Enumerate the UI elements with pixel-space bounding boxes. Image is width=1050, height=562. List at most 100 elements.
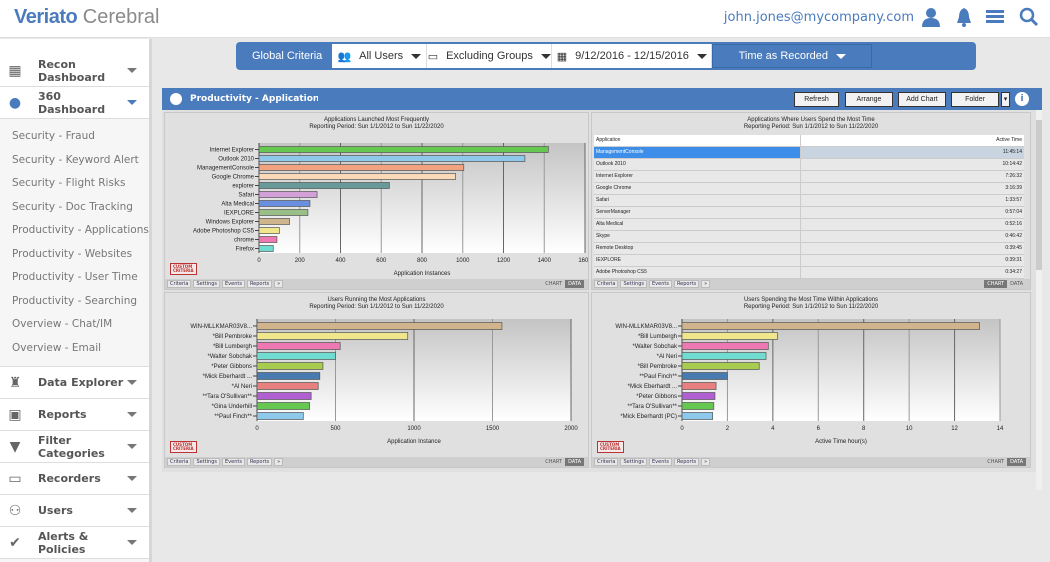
bar[interactable] [256, 412, 304, 420]
folder-dropdown-arrow[interactable]: ▾ [1001, 92, 1010, 107]
more-tabs[interactable]: » [701, 280, 711, 288]
bar[interactable] [258, 155, 526, 162]
bar[interactable] [256, 342, 341, 350]
sub-item[interactable]: Overview - Chat/IM [0, 313, 149, 337]
nav-users[interactable]: ⚇ Users [0, 495, 149, 527]
sub-item[interactable]: Overview - Email [0, 337, 149, 361]
settings-tab[interactable]: Settings [193, 458, 220, 466]
table-row[interactable]: Adobe Photoshop CS5 0:34:27 [594, 267, 1024, 279]
bar[interactable] [258, 146, 549, 153]
bar[interactable] [256, 372, 321, 380]
settings-tab[interactable]: Settings [620, 458, 647, 466]
sub-item[interactable]: Security - Keyword Alert [0, 149, 149, 173]
custom-criteria-badge[interactable]: CUSTOM CRITERIA [597, 441, 624, 453]
bar[interactable] [681, 412, 714, 420]
sub-item[interactable]: Security - Fraud [0, 125, 149, 149]
data-toggle[interactable]: DATA [565, 458, 584, 466]
user-email[interactable]: john.jones@mycompany.com [724, 10, 914, 25]
more-tabs[interactable]: » [274, 280, 284, 288]
nav-data-explorer[interactable]: ♜ Data Explorer [0, 367, 149, 399]
criteria-tab[interactable]: Criteria [594, 280, 619, 288]
sub-item[interactable]: Productivity - User Time [0, 266, 149, 290]
table-row[interactable]: Alta Medical 0:52:16 [594, 219, 1024, 231]
reports-tab[interactable]: Reports [673, 458, 700, 466]
users-dropdown[interactable]: 👥 All Users [332, 44, 428, 68]
bar[interactable] [258, 245, 274, 252]
add-chart-button[interactable]: Add Chart [898, 92, 946, 107]
groups-dropdown[interactable]: ▭ Excluding Groups [427, 44, 553, 68]
panel-scrollbar[interactable] [1036, 110, 1042, 490]
events-tab[interactable]: Events [649, 280, 672, 288]
criteria-tab[interactable]: Criteria [594, 458, 619, 466]
bar[interactable] [681, 352, 767, 360]
refresh-button[interactable]: Refresh [794, 92, 839, 107]
sub-item[interactable]: Productivity - Applications [0, 219, 149, 243]
bar[interactable] [256, 402, 310, 410]
bar[interactable] [256, 362, 324, 370]
bar[interactable] [256, 352, 336, 360]
bar[interactable] [681, 402, 715, 410]
bell-icon[interactable] [953, 7, 975, 29]
bar[interactable] [681, 322, 980, 330]
folder-dropdown[interactable]: Folder [951, 92, 999, 107]
table-row[interactable]: Google Chrome 3:16:39 [594, 183, 1024, 195]
bar[interactable] [256, 382, 319, 390]
table-row[interactable]: Skype 0:46:42 [594, 231, 1024, 243]
bar[interactable] [258, 200, 311, 207]
events-tab[interactable]: Events [222, 280, 245, 288]
events-tab[interactable]: Events [649, 458, 672, 466]
nav-filter-categories[interactable]: ▼ Filter Categories [0, 431, 149, 463]
criteria-tab[interactable]: Criteria [167, 280, 192, 288]
table-row[interactable]: Safari 1:33:57 [594, 195, 1024, 207]
search-icon[interactable] [1018, 7, 1040, 29]
bar[interactable] [681, 372, 728, 380]
info-icon[interactable]: i [1015, 92, 1029, 106]
bar[interactable] [256, 322, 503, 330]
sub-item[interactable]: Security - Doc Tracking [0, 196, 149, 220]
bar[interactable] [256, 392, 312, 400]
menu-icon[interactable] [984, 7, 1006, 29]
bar[interactable] [681, 362, 760, 370]
date-range-dropdown[interactable]: ▦ 9/12/2016 - 12/15/2016 [552, 44, 713, 68]
bar[interactable] [258, 191, 318, 198]
bar[interactable] [258, 173, 456, 180]
bar[interactable] [258, 209, 309, 216]
arrange-button[interactable]: Arrange [845, 92, 893, 107]
custom-criteria-badge[interactable]: CUSTOM CRITERIA [170, 263, 197, 275]
nav-alerts-policies[interactable]: ✔ Alerts & Policies [0, 527, 149, 559]
bar[interactable] [256, 332, 409, 340]
time-mode-dropdown[interactable]: Time as Recorded [712, 44, 873, 68]
table-row[interactable]: IEXPLORE 0:39:31 [594, 255, 1024, 267]
more-tabs[interactable]: » [274, 458, 284, 466]
bar[interactable] [258, 182, 390, 189]
bar[interactable] [258, 236, 278, 243]
chart-toggle[interactable]: CHART [542, 458, 565, 466]
nav-360-dashboard[interactable]: ● 360 Dashboard [0, 87, 149, 119]
table-row[interactable]: Remote Desktop 0:39:45 [594, 243, 1024, 255]
sub-item[interactable]: Security - Flight Risks [0, 172, 149, 196]
table-row[interactable]: ServerManager 0:57:04 [594, 207, 1024, 219]
data-toggle[interactable]: DATA [565, 280, 584, 288]
reports-tab[interactable]: Reports [246, 458, 273, 466]
data-toggle[interactable]: DATA [1007, 280, 1026, 288]
nav-reports[interactable]: ▣ Reports [0, 399, 149, 431]
bar[interactable] [258, 164, 465, 171]
more-tabs[interactable]: » [701, 458, 711, 466]
bar[interactable] [681, 342, 769, 350]
custom-criteria-badge[interactable]: CUSTOM CRITERIA [170, 441, 197, 453]
bar[interactable] [681, 332, 778, 340]
reports-tab[interactable]: Reports [246, 280, 273, 288]
bar[interactable] [258, 227, 280, 234]
reports-tab[interactable]: Reports [673, 280, 700, 288]
table-row[interactable]: Outlook 2010 10:14:42 [594, 159, 1024, 171]
settings-tab[interactable]: Settings [620, 280, 647, 288]
data-toggle[interactable]: DATA [1007, 458, 1026, 466]
bar[interactable] [681, 382, 717, 390]
nav-recon-dashboard[interactable]: ▦ Recon Dashboard [0, 55, 149, 87]
criteria-tab[interactable]: Criteria [167, 458, 192, 466]
nav-recorders[interactable]: ▭ Recorders [0, 463, 149, 495]
events-tab[interactable]: Events [222, 458, 245, 466]
settings-tab[interactable]: Settings [193, 280, 220, 288]
table-row[interactable]: Internet Explorer 7:26:32 [594, 171, 1024, 183]
chart-toggle[interactable]: CHART [984, 280, 1008, 288]
